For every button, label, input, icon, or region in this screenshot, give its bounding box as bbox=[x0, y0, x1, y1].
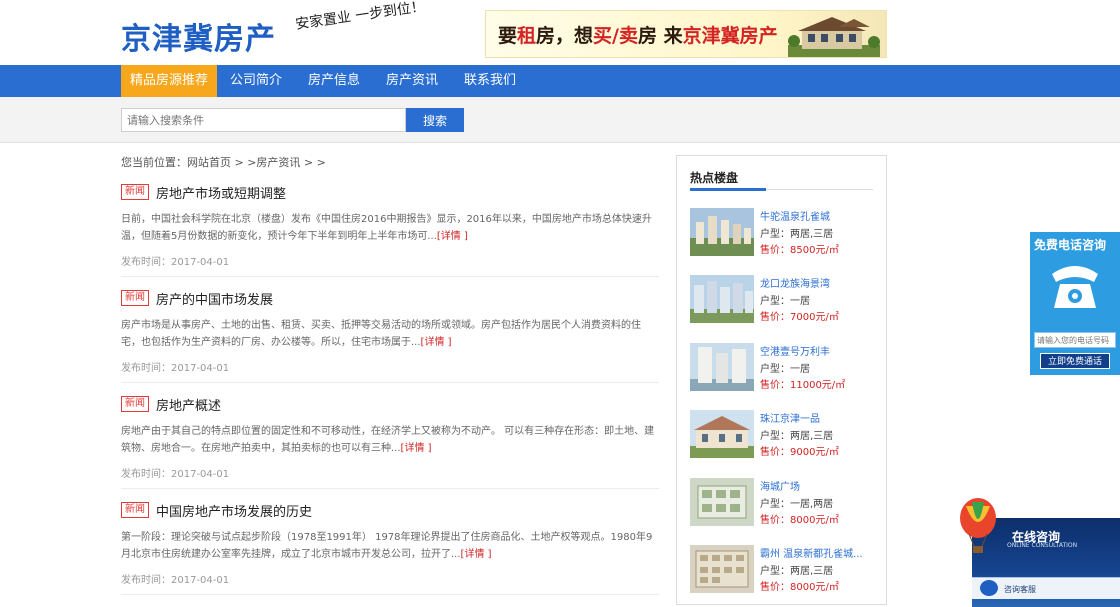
news-tag: 新闻 bbox=[121, 290, 149, 306]
property-thumbnail[interactable] bbox=[690, 208, 754, 256]
nav-item-featured[interactable]: 精品房源推荐 bbox=[121, 65, 217, 97]
listing-name[interactable]: 牛驼温泉孔雀城 bbox=[760, 208, 830, 223]
article-title[interactable]: 房产的中国市场发展 bbox=[156, 289, 273, 308]
banner-text: 要租房，想买/卖房 来京津冀房产 bbox=[498, 25, 778, 47]
article-item: 新闻 房地产概述 房地产由于其自己的特点即位置的固定性和不可移动性，在经济学上又… bbox=[121, 383, 659, 489]
article-date: 发布时间：2017-04-01 bbox=[121, 575, 230, 586]
search-bar: 搜索 bbox=[0, 97, 1120, 143]
article-title[interactable]: 房地产概述 bbox=[156, 395, 221, 414]
free-call-widget: 免费电话咨询 立即免费通话 bbox=[1030, 232, 1120, 375]
listing-item[interactable]: 空港壹号万利丰 户型：一居 售价：11000元/㎡ bbox=[690, 343, 880, 393]
listing-type: 户型：两居,三居 bbox=[760, 566, 834, 577]
hot-air-balloon-icon bbox=[960, 498, 996, 553]
listing-item[interactable]: 霸州 温泉新都孔雀城... 户型：两居,三居 售价：8000元/㎡ bbox=[690, 545, 880, 595]
listing-name[interactable]: 霸州 温泉新都孔雀城... bbox=[760, 545, 863, 560]
news-list: 您当前位置：网站首页 > >房产资讯 > > 新闻 房地产市场或短期调整 日前，… bbox=[121, 155, 659, 595]
property-thumbnail[interactable] bbox=[690, 478, 754, 526]
listing-item[interactable]: 龙口龙族海景湾 户型：一居 售价：7000元/㎡ bbox=[690, 275, 880, 325]
detail-link[interactable]: [详情 ] bbox=[401, 443, 432, 454]
listing-price: 售价：8000元/㎡ bbox=[760, 582, 839, 593]
detail-link[interactable]: [详情 ] bbox=[421, 337, 452, 348]
listing-price: 售价：8000元/㎡ bbox=[760, 515, 839, 526]
site-logo[interactable]: 京津冀房产 bbox=[121, 14, 276, 58]
detail-link[interactable]: [详情 ] bbox=[461, 549, 492, 560]
property-thumbnail[interactable] bbox=[690, 343, 754, 391]
property-thumbnail[interactable] bbox=[690, 275, 754, 323]
search-input[interactable] bbox=[121, 108, 406, 132]
chat-bubble-icon[interactable] bbox=[980, 580, 998, 596]
listing-type: 户型：一居 bbox=[760, 296, 810, 307]
listing-price: 售价：8500元/㎡ bbox=[760, 245, 839, 256]
article-date: 发布时间：2017-04-01 bbox=[121, 469, 230, 480]
free-call-button[interactable]: 立即免费通话 bbox=[1040, 353, 1110, 369]
header-banner[interactable]: 要租房，想买/卖房 来京津冀房产 bbox=[485, 10, 887, 58]
article-item: 新闻 房产的中国市场发展 房产市场是从事房产、土地的出售、租赁、买卖、抵押等交易… bbox=[121, 277, 659, 383]
hot-listings-sidebar: 热点楼盘 牛驼温泉孔雀城 户型：两居,三居 售价：8500元/㎡ 龙口龙族海景湾… bbox=[676, 155, 887, 605]
nav-item-news[interactable]: 房产资讯 bbox=[373, 65, 451, 97]
telephone-icon bbox=[1052, 266, 1098, 308]
free-call-title: 免费电话咨询 bbox=[1034, 238, 1107, 252]
main-nav: 精品房源推荐 公司简介 房产信息 房产资讯 联系我们 bbox=[0, 65, 1120, 97]
listing-item[interactable]: 海城广场 户型：一居,两居 售价：8000元/㎡ bbox=[690, 478, 880, 528]
nav-item-about[interactable]: 公司简介 bbox=[217, 65, 295, 97]
online-consult-widget[interactable]: 在线咨询 ONLINE CONSULTATION 咨询客服 bbox=[957, 498, 1120, 607]
article-item: 新闻 中国房地产市场发展的历史 第一阶段：理论突破与试点起步阶段（1978至19… bbox=[121, 489, 659, 595]
article-summary: 第一阶段：理论突破与试点起步阶段（1978至1991年） 1978年理论界提出了… bbox=[121, 532, 653, 560]
consult-service-label[interactable]: 咨询客服 bbox=[1004, 584, 1036, 595]
consult-subtitle: ONLINE CONSULTATION bbox=[1007, 542, 1078, 549]
property-thumbnail[interactable] bbox=[690, 545, 754, 593]
article-item: 新闻 房地产市场或短期调整 日前，中国社会科学院在北京（楼盘）发布《中国住房20… bbox=[121, 171, 659, 277]
article-summary: 房产市场是从事房产、土地的出售、租赁、买卖、抵押等交易活动的场所或领域。房产包括… bbox=[121, 320, 641, 348]
article-date: 发布时间：2017-04-01 bbox=[121, 257, 230, 268]
listing-name[interactable]: 珠江京津一品 bbox=[760, 410, 820, 425]
listing-price: 售价：11000元/㎡ bbox=[760, 380, 846, 391]
property-thumbnail[interactable] bbox=[690, 410, 754, 458]
article-summary: 日前，中国社会科学院在北京（楼盘）发布《中国住房2016中期报告》显示，2016… bbox=[121, 214, 652, 242]
news-tag: 新闻 bbox=[121, 184, 149, 200]
article-summary: 房地产由于其自己的特点即位置的固定性和不可移动性，在经济学上又被称为不动产。 可… bbox=[121, 426, 655, 454]
nav-item-contact[interactable]: 联系我们 bbox=[451, 65, 529, 97]
listing-item[interactable]: 牛驼温泉孔雀城 户型：两居,三居 售价：8500元/㎡ bbox=[690, 208, 880, 258]
search-button[interactable]: 搜索 bbox=[406, 108, 464, 132]
listing-name[interactable]: 龙口龙族海景湾 bbox=[760, 275, 830, 290]
listing-type: 户型：一居 bbox=[760, 364, 810, 375]
listing-price: 售价：9000元/㎡ bbox=[760, 447, 839, 458]
listing-item[interactable]: 珠江京津一品 户型：两居,三居 售价：9000元/㎡ bbox=[690, 410, 880, 460]
article-title[interactable]: 房地产市场或短期调整 bbox=[156, 183, 286, 202]
listing-type: 户型：两居,三居 bbox=[760, 229, 834, 240]
article-date: 发布时间：2017-04-01 bbox=[121, 363, 230, 374]
news-tag: 新闻 bbox=[121, 502, 149, 518]
nav-item-property-info[interactable]: 房产信息 bbox=[295, 65, 373, 97]
listing-type: 户型：一居,两居 bbox=[760, 499, 834, 510]
listing-name[interactable]: 空港壹号万利丰 bbox=[760, 343, 830, 358]
listing-price: 售价：7000元/㎡ bbox=[760, 312, 839, 323]
detail-link[interactable]: [详情 ] bbox=[437, 231, 468, 242]
news-tag: 新闻 bbox=[121, 396, 149, 412]
listing-name[interactable]: 海城广场 bbox=[760, 478, 800, 493]
article-title[interactable]: 中国房地产市场发展的历史 bbox=[156, 501, 312, 520]
phone-number-input[interactable] bbox=[1034, 332, 1116, 348]
site-header: 京津冀房产 安家置业 一步到位！ 要租房，想买/卖房 来京津冀房产 bbox=[0, 0, 1120, 65]
breadcrumb: 您当前位置：网站首页 > >房产资讯 > > bbox=[121, 156, 326, 169]
house-illustration bbox=[788, 17, 880, 57]
sidebar-title: 热点楼盘 bbox=[690, 166, 873, 191]
site-slogan: 安家置业 一步到位！ bbox=[294, 0, 426, 33]
listing-type: 户型：两居,三居 bbox=[760, 431, 834, 442]
